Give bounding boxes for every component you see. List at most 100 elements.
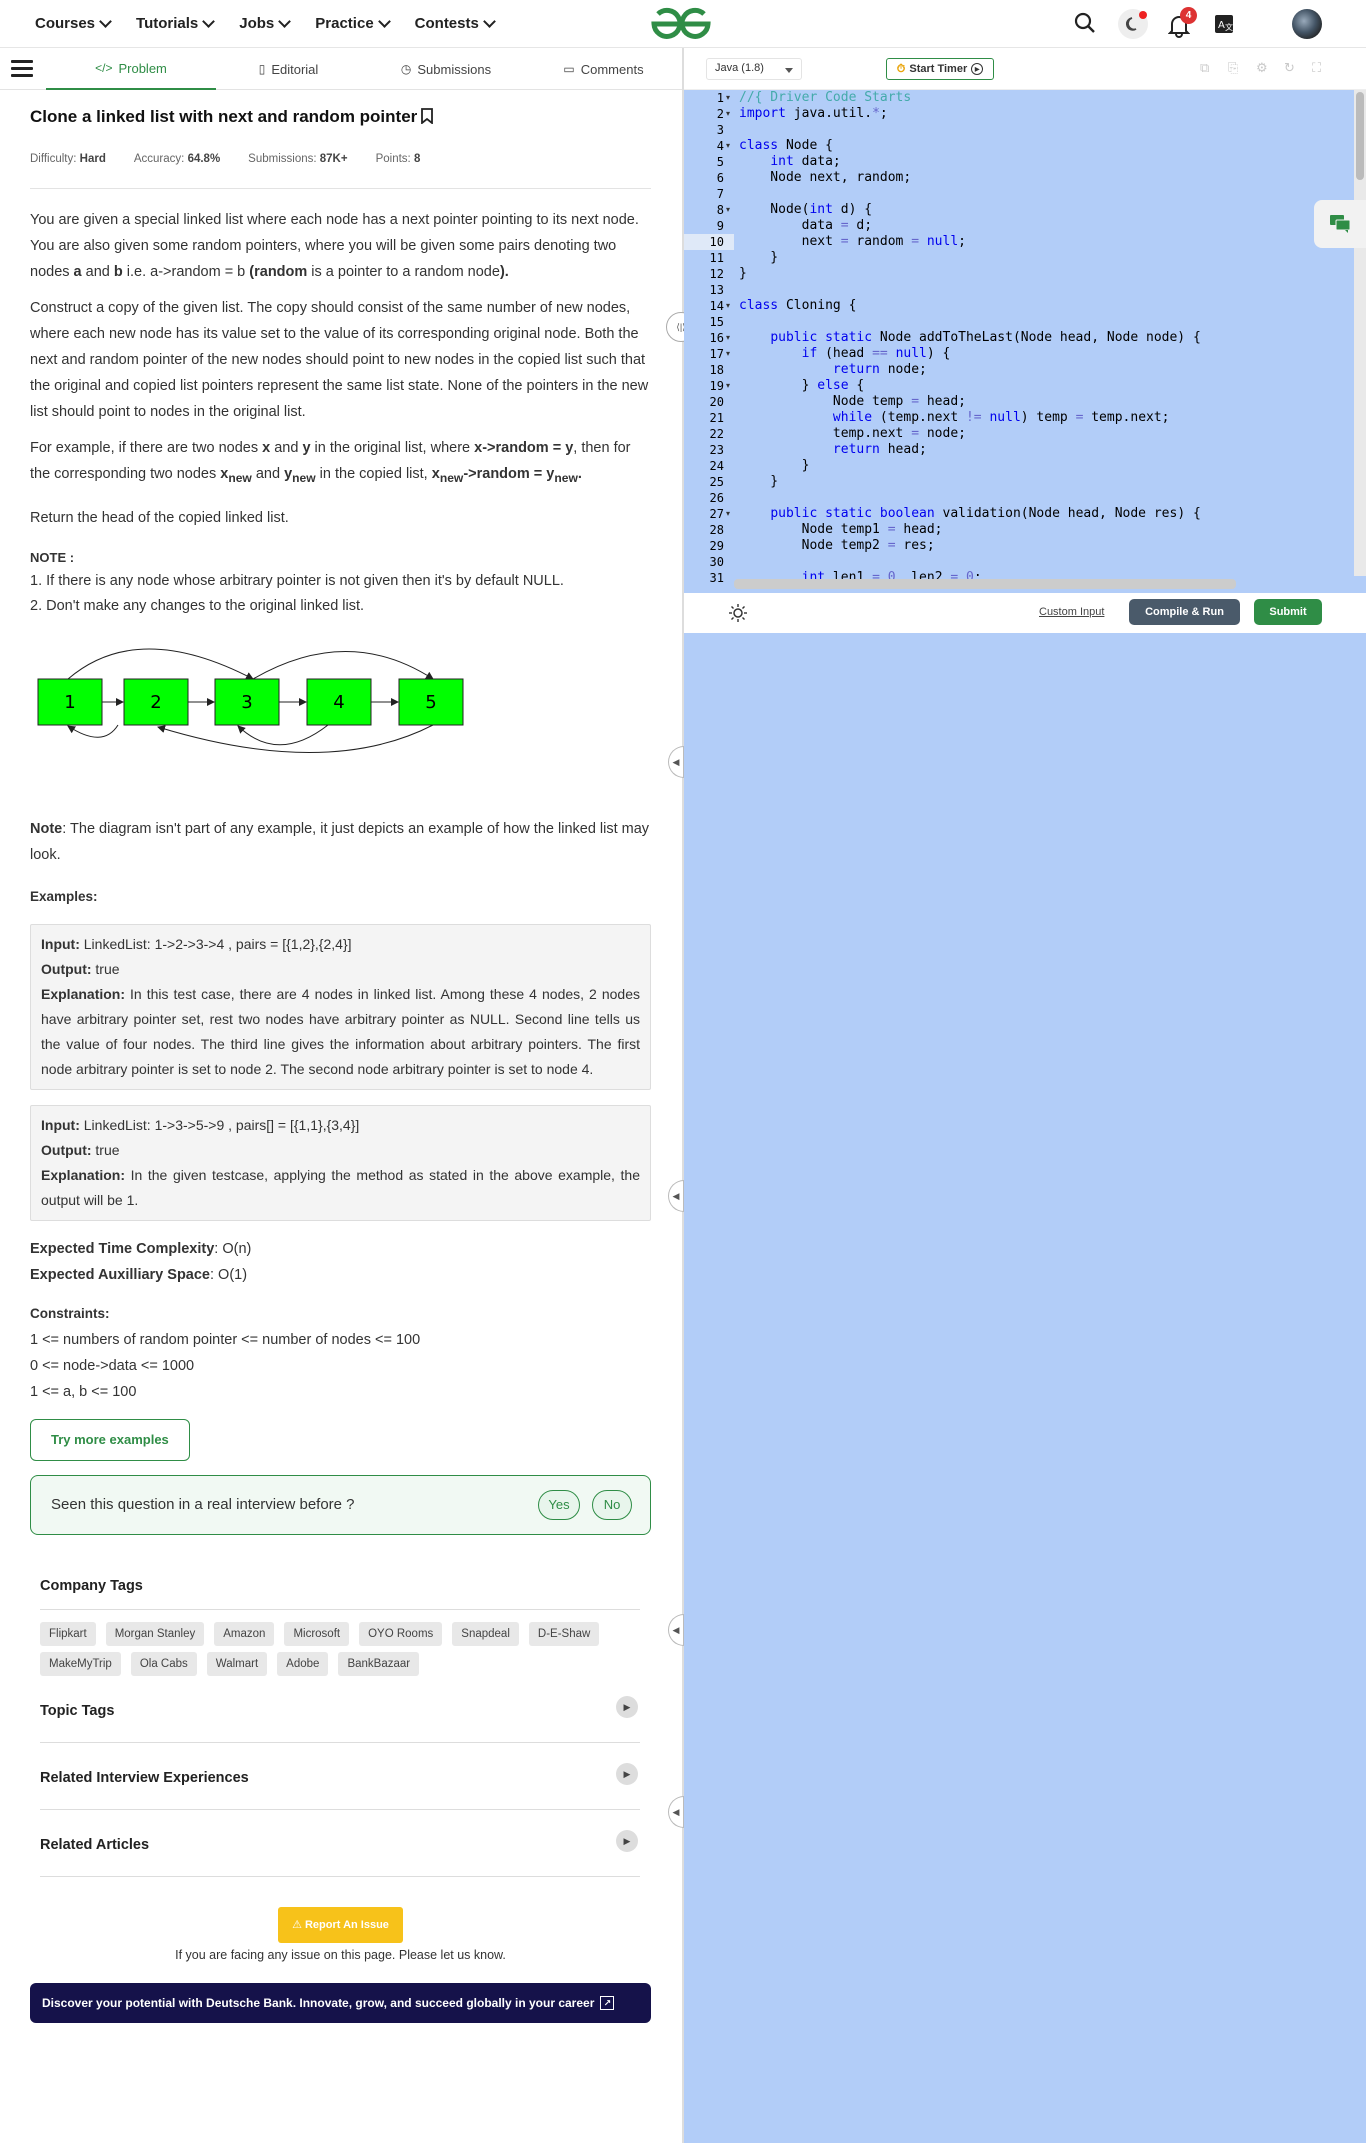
company-tag[interactable]: Walmart: [206, 1651, 268, 1676]
svg-text:1: 1: [64, 692, 75, 713]
line-number: 14: [709, 299, 724, 313]
example-box-1: Input: LinkedList: 1->2->3->4 , pairs = …: [30, 923, 651, 1090]
line-number: 15: [709, 315, 724, 329]
nav-courses[interactable]: Courses: [35, 14, 112, 32]
fold-arrow-icon[interactable]: ▾: [726, 141, 730, 150]
company-tag[interactable]: Morgan Stanley: [105, 1621, 205, 1646]
line-number: 6: [716, 171, 724, 185]
dark-mode-toggle[interactable]: [1118, 9, 1148, 39]
horizontal-scrollbar[interactable]: [734, 579, 1236, 589]
line-number: 20: [709, 395, 724, 409]
company-tags-title: Company Tags: [40, 1573, 640, 1610]
nav-contests[interactable]: Contests: [415, 14, 496, 32]
clock-icon: ◷: [400, 62, 412, 76]
company-tag[interactable]: OYO Rooms: [359, 1621, 443, 1646]
line-number: 12: [709, 267, 724, 281]
user-avatar[interactable]: [1292, 9, 1322, 39]
code-icon: </>: [95, 61, 113, 75]
fold-arrow-icon[interactable]: ▾: [726, 349, 730, 358]
lightbulb-icon[interactable]: [728, 603, 748, 623]
company-tag[interactable]: Amazon: [214, 1621, 275, 1646]
line-number: 10: [709, 235, 724, 249]
note-1: 1. If there is any node whose arbitrary …: [30, 572, 564, 589]
reset-icon[interactable]: ↻: [1284, 60, 1300, 76]
company-tag[interactable]: BankBazaar: [338, 1651, 420, 1676]
fold-arrow-icon[interactable]: ▾: [726, 301, 730, 310]
no-button[interactable]: No: [592, 1489, 632, 1520]
problem-panel: </> Problem ▯ Editorial ◷ Submissions ▭ Comm…: [0, 48, 682, 2143]
import-icon[interactable]: ⎘: [1228, 60, 1244, 76]
submit-button[interactable]: Submit: [1254, 599, 1322, 625]
example-output: Output: true: [41, 1141, 120, 1158]
tab-problem[interactable]: </> Problem: [46, 48, 216, 90]
line-number: 8: [716, 203, 724, 217]
language-select[interactable]: Java (1.8): [706, 58, 802, 80]
scrollbar-thumb[interactable]: [1356, 92, 1364, 180]
tab-comments[interactable]: ▭ Comments: [531, 48, 676, 90]
example-explanation: Explanation: In the given testcase, appl…: [41, 1166, 640, 1208]
points: Points: 8: [375, 153, 421, 165]
nav-practice[interactable]: Practice: [315, 14, 391, 32]
fullscreen-icon[interactable]: ⛶: [1312, 60, 1328, 76]
description-para-1: You are given a special linked list wher…: [30, 212, 639, 280]
company-tag[interactable]: Adobe: [277, 1651, 329, 1676]
line-number: 27: [709, 507, 724, 521]
menu-icon[interactable]: [11, 60, 33, 78]
report-issue-button[interactable]: ⚠ Report An Issue: [278, 1906, 403, 1943]
line-number: 4: [716, 139, 724, 153]
promo-banner[interactable]: Discover your potential with Deutsche Ba…: [30, 1982, 651, 2023]
notifications-button[interactable]: 4: [1168, 7, 1197, 38]
search-icon[interactable]: [1074, 12, 1096, 34]
company-tag[interactable]: Ola Cabs: [130, 1651, 197, 1676]
fold-arrow-icon[interactable]: ▾: [726, 109, 730, 118]
copy-icon[interactable]: ⧉: [1200, 60, 1216, 76]
company-tag[interactable]: MakeMyTrip: [40, 1651, 121, 1676]
line-number: 22: [709, 427, 724, 441]
vertical-scrollbar[interactable]: [1354, 90, 1366, 576]
fold-arrow-icon[interactable]: ▾: [726, 509, 730, 518]
submissions-count: Submissions: 87K+: [248, 153, 348, 165]
fold-arrow-icon[interactable]: ▾: [726, 381, 730, 390]
tab-editorial[interactable]: ▯ Editorial: [216, 48, 361, 90]
poll-question: Seen this question in a real interview b…: [51, 1495, 355, 1513]
bookmark-icon[interactable]: [420, 108, 434, 125]
notification-count-badge: 4: [1180, 7, 1197, 24]
line-number: 25: [709, 475, 724, 489]
linked-list-diagram: 1 2 3 4 5: [37, 648, 464, 753]
company-tag[interactable]: D-E-Shaw: [528, 1621, 600, 1646]
fold-arrow-icon[interactable]: ▾: [726, 333, 730, 342]
code-editor[interactable]: 1 ▾ 2 ▾ 3 4 ▾ 5 6 7 8 ▾ 9 10 11 12 13 14 ▾ 15 16 ▾ 17 ▾ 18 19 ▾ 20 2…: [684, 90, 1366, 593]
editor-toolbar: Java (1.8) ⏱ Start Timer ▸ ⧉ ⎘ ⚙ ↻ ⛶: [684, 48, 1366, 90]
compile-run-button[interactable]: Compile & Run: [1129, 599, 1240, 625]
related-interview-accordion[interactable]: Related Interview Experiences ▶: [40, 1743, 640, 1810]
related-articles-accordion[interactable]: Related Articles ▶: [40, 1810, 640, 1877]
nav-tutorials[interactable]: Tutorials: [136, 14, 216, 32]
fold-arrow-icon[interactable]: ▾: [726, 93, 730, 102]
tab-submissions[interactable]: ◷ Submissions: [361, 48, 531, 90]
company-tag[interactable]: Flipkart: [40, 1621, 96, 1646]
yes-button[interactable]: Yes: [538, 1489, 580, 1520]
translate-icon[interactable]: A文: [1214, 14, 1234, 34]
fold-arrow-icon[interactable]: ▾: [726, 205, 730, 214]
chevron-down-icon: [99, 14, 112, 28]
start-timer-button[interactable]: ⏱ Start Timer ▸: [886, 58, 994, 80]
custom-input-link[interactable]: Custom Input: [1039, 606, 1104, 618]
company-tag[interactable]: Snapdeal: [452, 1621, 519, 1646]
chevron-down-icon: [377, 14, 391, 28]
code-content[interactable]: //{ Driver Code Starts import java.util.…: [739, 90, 1201, 586]
nav-jobs[interactable]: Jobs: [239, 14, 292, 32]
settings-icon[interactable]: ⚙: [1256, 60, 1272, 76]
editor-actions: Custom Input Compile & Run Submit: [684, 593, 1366, 633]
comment-icon: ▭: [563, 62, 575, 76]
chat-button[interactable]: [1314, 200, 1366, 248]
note-title: NOTE :: [30, 549, 75, 565]
warning-icon: ⚠: [292, 1918, 305, 1931]
svg-text:A: A: [1218, 20, 1225, 31]
line-number: 28: [709, 523, 724, 537]
topic-tags-accordion[interactable]: Topic Tags ▶: [40, 1676, 640, 1743]
try-more-examples-button[interactable]: Try more examples: [30, 1418, 190, 1461]
company-tag[interactable]: Microsoft: [284, 1621, 350, 1646]
external-link-icon: ↗: [600, 1995, 615, 2010]
gfg-logo[interactable]: [650, 6, 712, 42]
line-number: 2: [716, 107, 724, 121]
